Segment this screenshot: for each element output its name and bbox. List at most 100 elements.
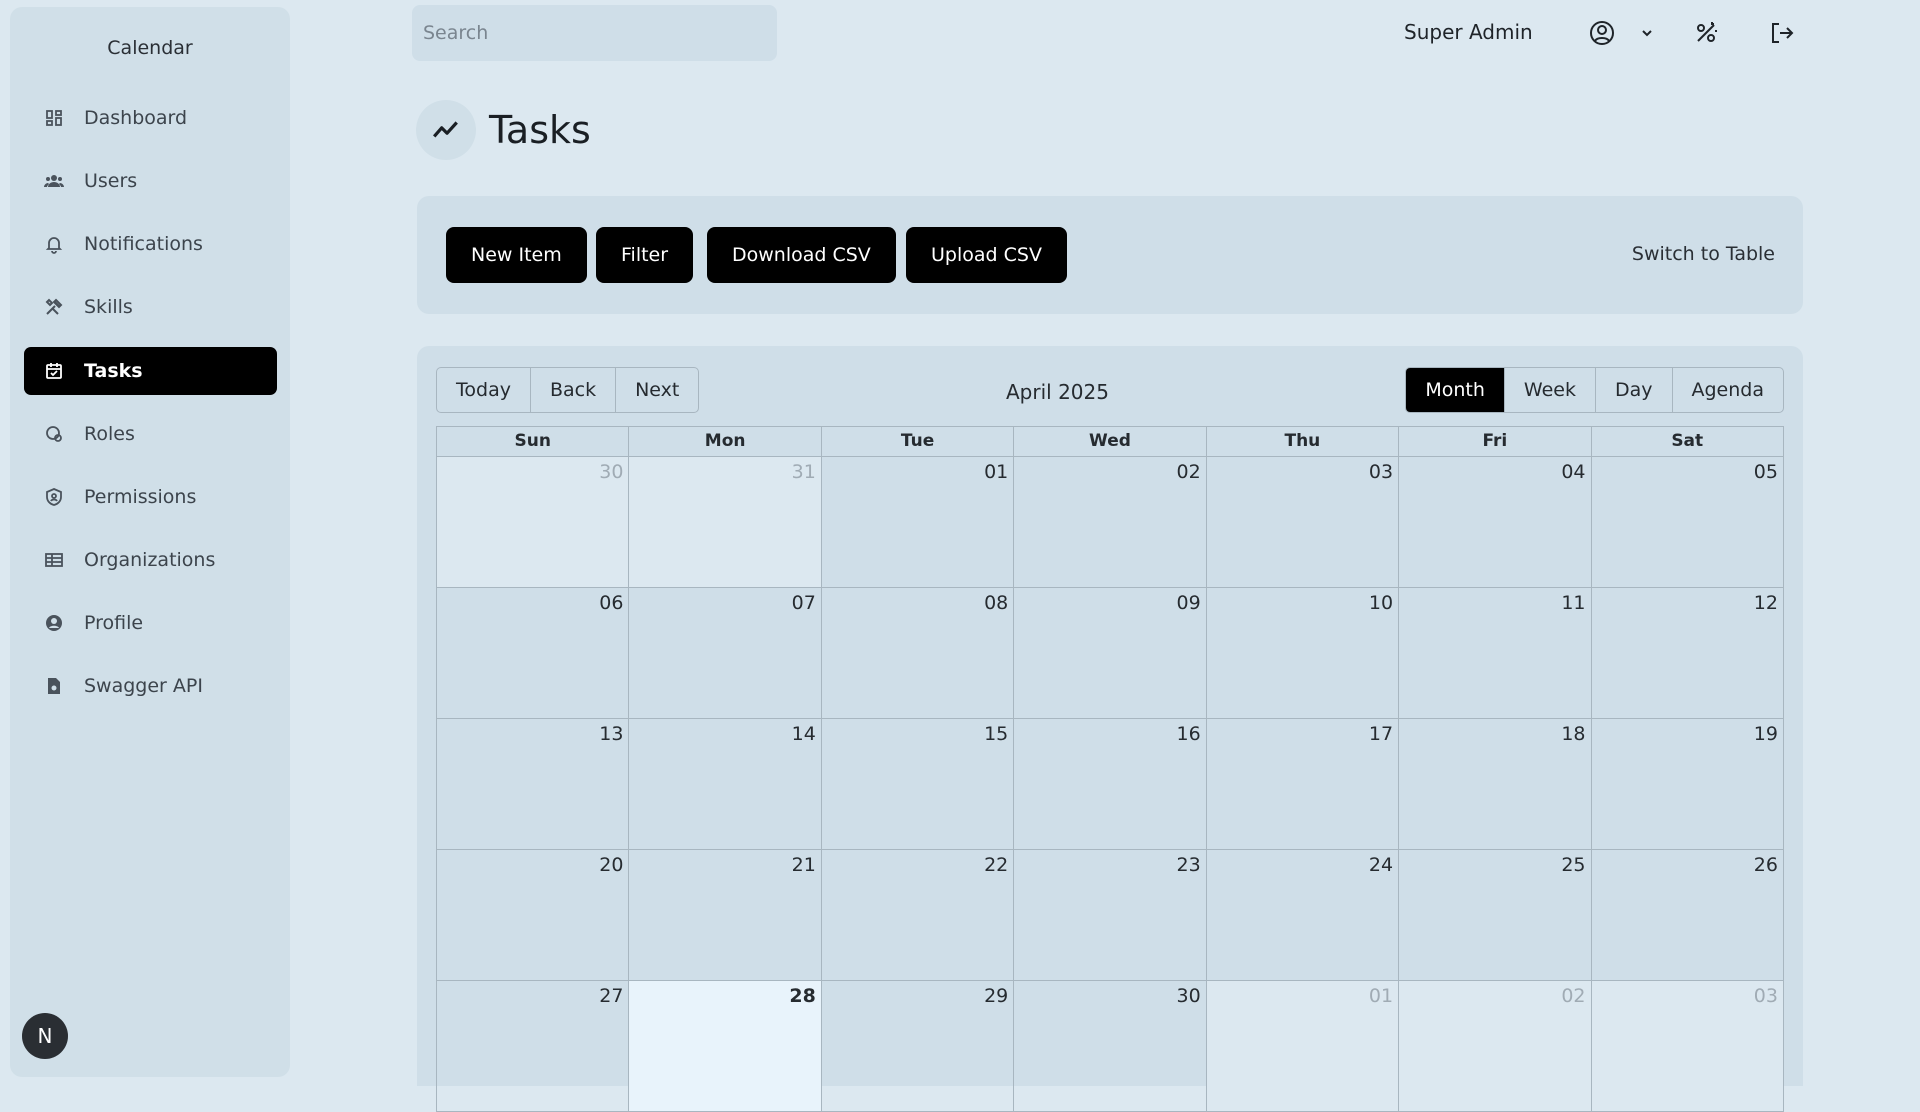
day-cell[interactable]: 05 — [1591, 457, 1784, 588]
upload-csv-button[interactable]: Upload CSV — [906, 227, 1067, 283]
day-cell[interactable]: 13 — [437, 719, 630, 850]
day-number[interactable]: 27 — [599, 985, 623, 1007]
sidebar-item-label: Profile — [84, 612, 144, 634]
next-button[interactable]: Next — [616, 368, 698, 412]
sidebar-item-users[interactable]: Users — [24, 157, 277, 205]
day-number[interactable]: 18 — [1561, 723, 1585, 745]
back-button[interactable]: Back — [531, 368, 617, 412]
day-cell[interactable]: 08 — [821, 588, 1015, 719]
day-cell[interactable]: 21 — [629, 850, 822, 981]
day-number[interactable]: 05 — [1754, 461, 1778, 483]
account-icon[interactable] — [1588, 19, 1616, 47]
day-cell[interactable]: 01 — [1206, 981, 1400, 1112]
day-number[interactable]: 31 — [792, 461, 816, 483]
day-number[interactable]: 02 — [1561, 985, 1585, 1007]
day-number[interactable]: 21 — [792, 854, 816, 876]
sidebar-item-profile[interactable]: Profile — [24, 599, 277, 647]
day-cell[interactable]: 01 — [821, 457, 1015, 588]
day-cell[interactable]: 02 — [1014, 457, 1207, 588]
day-number[interactable]: 20 — [599, 854, 623, 876]
day-number[interactable]: 08 — [984, 592, 1008, 614]
day-cell[interactable]: 16 — [1014, 719, 1207, 850]
day-number[interactable]: 22 — [984, 854, 1008, 876]
new-item-button[interactable]: New Item — [446, 227, 587, 283]
sidebar-item-swagger-api[interactable]: Swagger API — [24, 662, 277, 710]
sidebar-item-dashboard[interactable]: Dashboard — [24, 94, 277, 142]
day-cell[interactable]: 29 — [821, 981, 1015, 1112]
day-number[interactable]: 26 — [1754, 854, 1778, 876]
today-button[interactable]: Today — [437, 368, 531, 412]
day-number[interactable]: 07 — [792, 592, 816, 614]
day-number[interactable]: 04 — [1561, 461, 1585, 483]
day-cell[interactable]: 23 — [1014, 850, 1207, 981]
day-number[interactable]: 02 — [1177, 461, 1201, 483]
search-input[interactable] — [412, 5, 777, 61]
switch-to-table-link[interactable]: Switch to Table — [1632, 243, 1775, 265]
weekday-label: Wed — [1014, 427, 1207, 457]
day-number[interactable]: 29 — [984, 985, 1008, 1007]
day-number[interactable]: 28 — [789, 985, 815, 1007]
day-cell[interactable]: 03 — [1206, 457, 1400, 588]
sidebar-item-organizations[interactable]: Organizations — [24, 536, 277, 584]
download-csv-button[interactable]: Download CSV — [707, 227, 896, 283]
day-cell[interactable]: 30 — [1014, 981, 1207, 1112]
day-cell[interactable]: 31 — [629, 457, 822, 588]
day-cell[interactable]: 02 — [1399, 981, 1592, 1112]
day-number[interactable]: 30 — [1177, 985, 1201, 1007]
day-number[interactable]: 16 — [1177, 723, 1201, 745]
day-number[interactable]: 01 — [1369, 985, 1393, 1007]
day-cell[interactable]: 15 — [821, 719, 1015, 850]
day-number[interactable]: 03 — [1369, 461, 1393, 483]
day-cell[interactable]: 17 — [1206, 719, 1400, 850]
day-cell[interactable]: 19 — [1591, 719, 1784, 850]
day-number[interactable]: 19 — [1754, 723, 1778, 745]
day-cell[interactable]: 20 — [437, 850, 630, 981]
day-number[interactable]: 06 — [599, 592, 623, 614]
sidebar-item-notifications[interactable]: Notifications — [24, 220, 277, 268]
theme-toggle-icon[interactable] — [1692, 19, 1720, 47]
day-cell[interactable]: 30 — [437, 457, 630, 588]
day-number[interactable]: 30 — [599, 461, 623, 483]
day-number[interactable]: 23 — [1177, 854, 1201, 876]
day-cell[interactable]: 09 — [1014, 588, 1207, 719]
day-cell[interactable]: 22 — [821, 850, 1015, 981]
day-number[interactable]: 15 — [984, 723, 1008, 745]
day-number[interactable]: 11 — [1561, 592, 1585, 614]
day-cell-today[interactable]: 28 — [629, 981, 822, 1112]
day-cell[interactable]: 04 — [1399, 457, 1592, 588]
day-cell[interactable]: 06 — [437, 588, 630, 719]
sidebar-item-skills[interactable]: Skills — [24, 283, 277, 331]
chevron-down-icon[interactable] — [1640, 26, 1654, 40]
day-number[interactable]: 10 — [1369, 592, 1393, 614]
view-day-button[interactable]: Day — [1596, 368, 1673, 412]
day-cell[interactable]: 10 — [1206, 588, 1400, 719]
day-cell[interactable]: 03 — [1591, 981, 1784, 1112]
day-number[interactable]: 09 — [1177, 592, 1201, 614]
avatar[interactable]: N — [22, 1013, 68, 1059]
day-cell[interactable]: 25 — [1399, 850, 1592, 981]
day-number[interactable]: 25 — [1561, 854, 1585, 876]
filter-button[interactable]: Filter — [596, 227, 694, 283]
day-cell[interactable]: 18 — [1399, 719, 1592, 850]
day-cell[interactable]: 14 — [629, 719, 822, 850]
day-number[interactable]: 03 — [1754, 985, 1778, 1007]
logout-icon[interactable] — [1768, 19, 1796, 47]
day-cell[interactable]: 27 — [437, 981, 630, 1112]
sidebar-item-roles[interactable]: Roles — [24, 410, 277, 458]
day-cell[interactable]: 07 — [629, 588, 822, 719]
view-agenda-button[interactable]: Agenda — [1673, 368, 1784, 412]
day-number[interactable]: 14 — [792, 723, 816, 745]
day-number[interactable]: 24 — [1369, 854, 1393, 876]
day-cell[interactable]: 12 — [1591, 588, 1784, 719]
day-number[interactable]: 12 — [1754, 592, 1778, 614]
day-number[interactable]: 17 — [1369, 723, 1393, 745]
view-month-button[interactable]: Month — [1406, 368, 1505, 412]
day-cell[interactable]: 11 — [1399, 588, 1592, 719]
day-number[interactable]: 01 — [984, 461, 1008, 483]
day-number[interactable]: 13 — [599, 723, 623, 745]
sidebar-item-tasks[interactable]: Tasks — [24, 347, 277, 395]
day-cell[interactable]: 26 — [1591, 850, 1784, 981]
day-cell[interactable]: 24 — [1206, 850, 1400, 981]
view-week-button[interactable]: Week — [1505, 368, 1596, 412]
sidebar-item-permissions[interactable]: Permissions — [24, 473, 277, 521]
